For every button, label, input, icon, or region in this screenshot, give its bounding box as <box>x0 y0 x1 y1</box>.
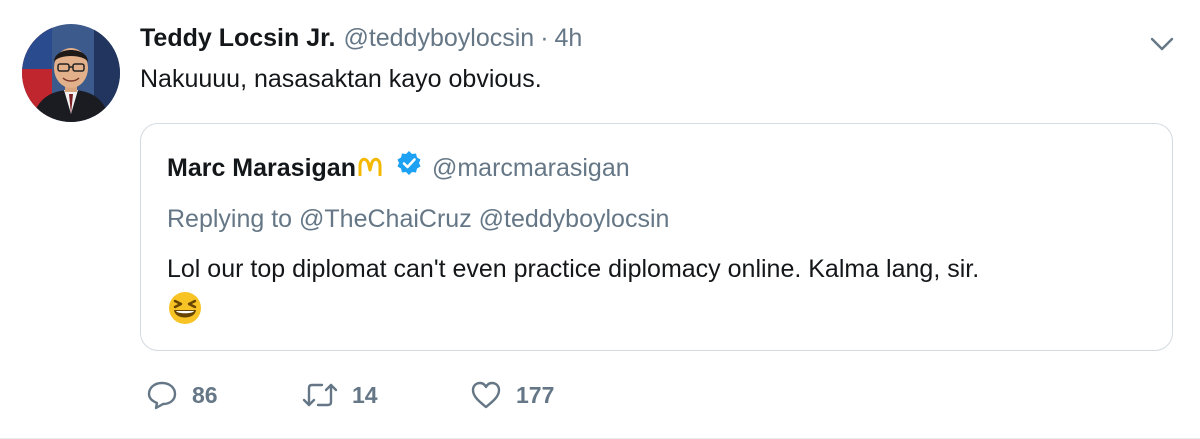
heart-icon <box>471 381 501 409</box>
avatar-image <box>22 24 120 122</box>
retweet-icon <box>302 383 338 407</box>
like-button[interactable]: 177 <box>470 380 610 410</box>
tweet-header: Teddy Locsin Jr. @teddyboylocsin · 4h <box>140 22 582 54</box>
quoted-tweet-text: Lol our top diplomat can't even practice… <box>167 255 980 283</box>
quoted-author-name: Marc Marasigan <box>167 153 356 182</box>
reply-icon <box>147 381 177 410</box>
quoted-tweet[interactable]: Marc Marasigan @marcmarasigan Replying t… <box>140 123 1173 351</box>
replying-to-label: Replying to <box>167 205 293 233</box>
replying-to-mention[interactable]: @teddyboylocsin <box>479 205 670 233</box>
replying-to-line: Replying to @TheChaiCruz @teddyboylocsin <box>167 202 669 236</box>
quoted-tweet-header: Marc Marasigan @marcmarasigan <box>167 150 630 185</box>
arches-logo-icon <box>358 151 386 185</box>
retweet-button[interactable]: 14 <box>302 381 470 409</box>
author-name[interactable]: Teddy Locsin Jr. <box>140 24 335 52</box>
reply-button[interactable]: 86 <box>146 380 302 410</box>
tweet-actions: 86 14 177 <box>146 380 610 410</box>
replying-to-mention[interactable]: @TheChaiCruz <box>299 205 472 233</box>
author-avatar[interactable] <box>22 24 120 122</box>
header-separator: · <box>540 24 549 52</box>
quoted-author-handle: @marcmarasigan <box>431 153 630 182</box>
verified-badge-icon <box>396 150 422 185</box>
like-count: 177 <box>516 381 555 408</box>
tweet-menu-button[interactable] <box>1150 36 1174 52</box>
chevron-down-icon <box>1150 37 1174 51</box>
tweet-text: Nakuuuu, nasasaktan kayo obvious. <box>140 65 542 93</box>
tweet-timestamp[interactable]: 4h <box>555 24 583 52</box>
retweet-count: 14 <box>352 381 378 408</box>
reply-count: 86 <box>192 381 218 408</box>
tweet-card: Teddy Locsin Jr. @teddyboylocsin · 4h Nakuu… <box>0 0 1200 439</box>
grinning-squinting-face-icon <box>167 290 203 331</box>
author-handle[interactable]: @teddyboylocsin <box>343 24 534 52</box>
